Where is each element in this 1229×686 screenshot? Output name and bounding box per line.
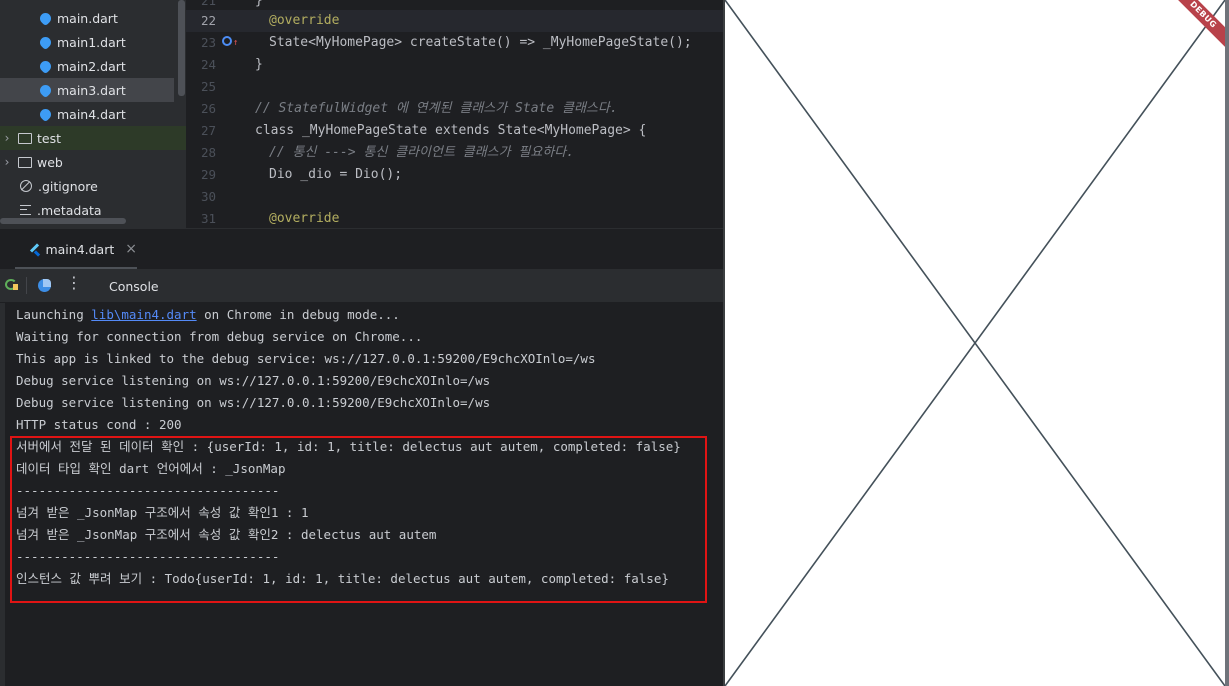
code-text: State<MyHomePage> createState() => _MyHo… [269, 35, 692, 50]
code-editor[interactable]: 21 } 22 @override 23 ↑ State<MyHomePage>… [186, 0, 723, 228]
project-tree: main.dart main1.dart main2.dart main3.da… [0, 0, 186, 228]
line-number: 31 [200, 211, 216, 226]
run-tab-bar: main4.dart × [0, 228, 723, 269]
tree-vertical-scrollbar[interactable] [178, 0, 185, 96]
tree-item-label: .gitignore [38, 178, 98, 194]
arrow-up-icon: ↑ [233, 38, 239, 48]
dart-file-icon [37, 106, 54, 122]
dart-file-icon [37, 58, 54, 74]
hot-reload-bolt-icon [13, 284, 18, 290]
window-edge [1225, 0, 1229, 686]
tab-console[interactable]: Console [109, 279, 159, 294]
ignore-file-icon [20, 180, 32, 192]
code-line: 24 } [186, 54, 723, 76]
line-number: 24 [200, 57, 216, 72]
code-text: @override [269, 10, 339, 32]
code-line: 27 class _MyHomePageState extends State<… [186, 120, 723, 142]
flutter-icon [31, 243, 39, 255]
tree-horizontal-scrollbar[interactable] [0, 218, 126, 224]
run-toolbar: ⋮ Console [0, 269, 723, 302]
tree-item-main4[interactable]: main4.dart [0, 102, 186, 126]
tree-item-web[interactable]: › web [0, 150, 186, 174]
code-line: 29 Dio _dio = Dio(); [186, 164, 723, 186]
run-tab-label: main4.dart [45, 241, 115, 257]
code-line: 30 [186, 186, 723, 208]
tree-item-main2[interactable]: main2.dart [0, 54, 186, 78]
close-icon[interactable]: × [125, 241, 137, 257]
code-text: class _MyHomePageState extends State<MyH… [255, 123, 647, 138]
console-line: HTTP status cond : 200 [16, 417, 182, 432]
file-link[interactable]: lib\main4.dart [91, 307, 196, 322]
code-text: Dio _dio = Dio(); [269, 167, 403, 182]
dart-file-icon [37, 82, 54, 98]
tree-item-main3[interactable]: main3.dart [0, 78, 174, 102]
app-preview[interactable]: DEBUG [725, 0, 1225, 686]
console-text: on Chrome in debug mode... [196, 307, 400, 322]
tree-item-label: .metadata [37, 202, 102, 218]
text-file-icon [20, 205, 31, 215]
more-options-icon[interactable]: ⋮ [66, 275, 82, 291]
highlight-box [10, 436, 707, 603]
code-line: 23 ↑ State<MyHomePage> createState() => … [186, 32, 723, 54]
console-line: Debug service listening on ws://127.0.0.… [16, 395, 491, 410]
line-number: 25 [200, 79, 216, 94]
code-text: @override [269, 208, 339, 228]
line-number: 29 [200, 167, 216, 182]
code-comment: // 통신 ---> 통신 클라이언트 클래스가 필요하다. [269, 145, 575, 160]
chevron-right-icon[interactable]: › [0, 155, 14, 169]
console-line: This app is linked to the debug service:… [16, 351, 596, 366]
tree-item-label: main3.dart [57, 82, 126, 98]
code-line: 25 [186, 76, 723, 98]
tree-item-label: main.dart [57, 10, 118, 26]
folder-icon [18, 132, 32, 144]
code-line: 31 @override [186, 208, 723, 228]
tree-item-main1[interactable]: main1.dart [0, 30, 186, 54]
line-number: 30 [200, 189, 216, 204]
line-number: 23 [200, 35, 216, 50]
console-text: Launching [16, 307, 92, 322]
image-placeholder-icon [725, 0, 1225, 686]
dart-file-icon [37, 10, 54, 26]
code-text: } [255, 57, 263, 72]
code-comment: // StatefulWidget 에 연계된 클래스가 State 클래스다. [255, 101, 618, 116]
tree-item-gitignore[interactable]: .gitignore [0, 174, 186, 198]
tree-item-test[interactable]: › test [0, 126, 186, 150]
code-line: 28 // 통신 ---> 통신 클라이언트 클래스가 필요하다. [186, 142, 723, 164]
console-line: Launching lib\main4.dart on Chrome in de… [16, 304, 400, 326]
run-tab-main4[interactable]: main4.dart × [15, 231, 137, 269]
folder-icon [18, 156, 32, 168]
code-line: 26 // StatefulWidget 에 연계된 클래스가 State 클래… [186, 98, 723, 120]
tree-item-main[interactable]: main.dart [0, 6, 186, 30]
tree-item-label: main2.dart [57, 58, 126, 74]
code-annotation: @override [269, 211, 340, 226]
console-gutter [0, 303, 5, 686]
tree-item-label: main1.dart [57, 34, 126, 50]
devtools-icon[interactable] [38, 279, 51, 292]
line-number: 27 [200, 123, 216, 138]
console-output[interactable]: Launching lib\main4.dart on Chrome in de… [0, 303, 723, 686]
console-line: Waiting for connection from debug servic… [16, 329, 423, 344]
console-line: Debug service listening on ws://127.0.0.… [16, 373, 491, 388]
override-gutter-icon[interactable] [222, 36, 232, 46]
dart-file-icon [37, 34, 54, 50]
tree-item-label: main4.dart [57, 106, 126, 122]
tree-item-label: web [37, 154, 63, 170]
toolbar-separator [26, 277, 27, 294]
line-number: 26 [200, 101, 216, 116]
line-number: 28 [200, 145, 216, 160]
chevron-right-icon[interactable]: › [0, 131, 14, 145]
tree-item-label: test [37, 130, 62, 146]
code-annotation: @override [269, 13, 340, 28]
line-number: 22 [200, 13, 216, 28]
code-line: 22 @override [186, 10, 723, 32]
